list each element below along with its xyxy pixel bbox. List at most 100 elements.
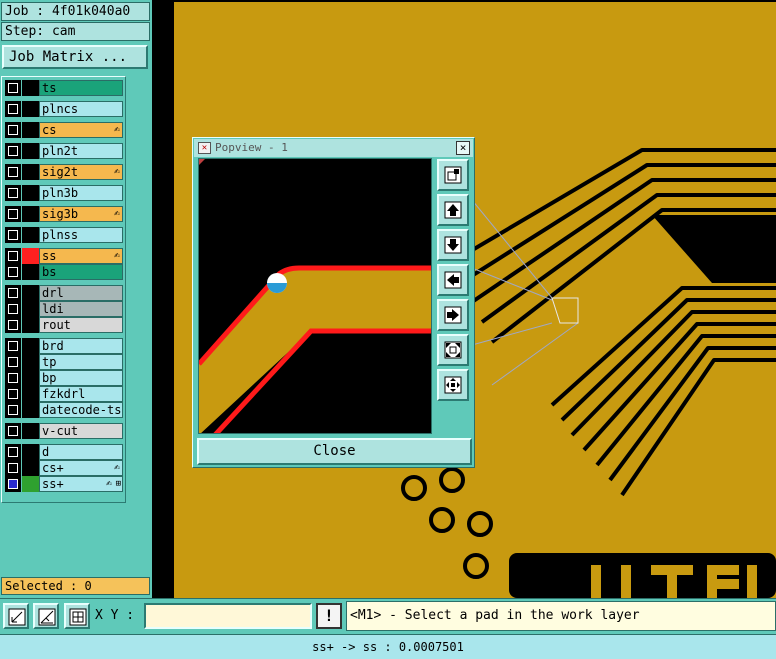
layer-row-pln3b[interactable]: pln3b <box>5 185 123 201</box>
layer-color-swatch[interactable] <box>22 164 39 180</box>
zoom-fit-button[interactable] <box>437 159 469 191</box>
layer-color-swatch[interactable] <box>22 122 39 138</box>
layer-checkbox[interactable] <box>5 185 21 201</box>
layer-name[interactable]: bp <box>39 370 123 386</box>
layer-name[interactable]: rout <box>39 317 123 333</box>
layer-name[interactable]: cs+ ✍ <box>39 460 123 476</box>
layer-color-swatch[interactable] <box>22 402 39 418</box>
layer-color-swatch[interactable] <box>22 370 39 386</box>
layer-checkbox[interactable] <box>5 386 21 402</box>
layer-row-rout[interactable]: rout <box>5 317 123 333</box>
layer-row-plncs[interactable]: plncs <box>5 101 123 117</box>
layer-checkbox[interactable] <box>5 122 21 138</box>
layer-color-swatch[interactable] <box>22 80 39 96</box>
popview-viewport[interactable] <box>198 158 432 434</box>
layer-checkbox[interactable] <box>5 264 21 280</box>
layer-color-swatch[interactable] <box>22 285 39 301</box>
popview-window[interactable]: ✕ Popview - 1 × Close <box>192 137 475 468</box>
layer-name[interactable]: datecode-ts <box>39 402 123 418</box>
zoom-in-button[interactable] <box>437 334 469 366</box>
layer-color-swatch[interactable] <box>22 317 39 333</box>
layer-checkbox[interactable] <box>5 101 21 117</box>
layer-name[interactable]: fzkdrl <box>39 386 123 402</box>
layer-name[interactable]: sig2t ✍ <box>39 164 123 180</box>
layer-row-v-cut[interactable]: v-cut <box>5 423 123 439</box>
layer-checkbox[interactable] <box>5 444 21 460</box>
layer-name[interactable]: plncs <box>39 101 123 117</box>
layer-name[interactable]: drl <box>39 285 123 301</box>
layer-row-cs[interactable]: cs ✍ <box>5 122 123 138</box>
popview-titlebar[interactable]: ✕ Popview - 1 × <box>194 139 473 157</box>
layer-checkbox[interactable] <box>5 338 21 354</box>
layer-color-swatch[interactable] <box>22 185 39 201</box>
pan-right-button[interactable] <box>437 299 469 331</box>
layer-color-swatch[interactable] <box>22 227 39 243</box>
layer-name[interactable]: cs ✍ <box>39 122 123 138</box>
layer-name[interactable]: ts <box>39 80 123 96</box>
layer-row-plnss[interactable]: plnss <box>5 227 123 243</box>
layer-name[interactable]: bs <box>39 264 123 280</box>
layer-checkbox[interactable] <box>5 143 21 159</box>
layer-row-bs[interactable]: bs <box>5 264 123 280</box>
layer-row-brd[interactable]: brd <box>5 338 123 354</box>
layer-name[interactable]: v-cut <box>39 423 123 439</box>
layer-checkbox[interactable] <box>5 423 21 439</box>
xy-coordinate-input[interactable] <box>144 603 312 629</box>
zoom-out-button[interactable] <box>437 369 469 401</box>
layer-name[interactable]: ss+ ✍ ⊞ <box>39 476 123 492</box>
popview-close-button[interactable]: Close <box>197 438 472 465</box>
layer-name[interactable]: sig3b ✍ <box>39 206 123 222</box>
layer-checkbox[interactable] <box>5 370 21 386</box>
layer-color-swatch[interactable] <box>22 264 39 280</box>
layer-color-swatch[interactable] <box>22 143 39 159</box>
layer-row-d[interactable]: d <box>5 444 123 460</box>
layer-row-datecode-ts[interactable]: datecode-ts <box>5 402 123 418</box>
layer-color-swatch[interactable] <box>22 101 39 117</box>
layer-name[interactable]: pln2t <box>39 143 123 159</box>
layer-name[interactable]: brd <box>39 338 123 354</box>
layer-color-swatch[interactable] <box>22 423 39 439</box>
layer-row-fzkdrl[interactable]: fzkdrl <box>5 386 123 402</box>
layer-checkbox[interactable] <box>5 354 21 370</box>
pan-down-button[interactable] <box>437 229 469 261</box>
layer-row-pln2t[interactable]: pln2t <box>5 143 123 159</box>
layer-name[interactable]: plnss <box>39 227 123 243</box>
layer-checkbox[interactable] <box>5 227 21 243</box>
pan-up-button[interactable] <box>437 194 469 226</box>
layer-row-drl[interactable]: drl <box>5 285 123 301</box>
layer-row-sig2t[interactable]: sig2t ✍ <box>5 164 123 180</box>
layer-color-swatch[interactable] <box>22 301 39 317</box>
layer-checkbox[interactable] <box>5 476 21 492</box>
layer-color-swatch[interactable] <box>22 248 39 264</box>
snap-button[interactable] <box>33 603 59 629</box>
layer-name[interactable]: tp <box>39 354 123 370</box>
layer-color-swatch[interactable] <box>22 354 39 370</box>
grid-button[interactable] <box>64 603 90 629</box>
layer-checkbox[interactable] <box>5 402 21 418</box>
close-icon[interactable]: × <box>456 141 470 155</box>
job-matrix-button[interactable]: Job Matrix ... <box>2 45 148 69</box>
layer-color-swatch[interactable] <box>22 444 39 460</box>
layer-row-cs+[interactable]: cs+ ✍ <box>5 460 123 476</box>
layer-row-bp[interactable]: bp <box>5 370 123 386</box>
layer-row-ldi[interactable]: ldi <box>5 301 123 317</box>
layer-row-sig3b[interactable]: sig3b ✍ <box>5 206 123 222</box>
layer-name[interactable]: ss ✍ <box>39 248 123 264</box>
layer-checkbox[interactable] <box>5 317 21 333</box>
layer-checkbox[interactable] <box>5 206 21 222</box>
layer-name[interactable]: d <box>39 444 123 460</box>
layer-checkbox[interactable] <box>5 164 21 180</box>
layer-color-swatch[interactable] <box>22 206 39 222</box>
layer-checkbox[interactable] <box>5 248 21 264</box>
layer-checkbox[interactable] <box>5 80 21 96</box>
layer-row-ss+[interactable]: ss+ ✍ ⊞ <box>5 476 123 492</box>
alert-button[interactable]: ! <box>316 603 342 629</box>
layer-row-tp[interactable]: tp <box>5 354 123 370</box>
layer-name[interactable]: pln3b <box>39 185 123 201</box>
layer-name[interactable]: ldi <box>39 301 123 317</box>
layer-color-swatch[interactable] <box>22 338 39 354</box>
layer-row-ts[interactable]: ts <box>5 80 123 96</box>
layer-row-ss[interactable]: ss ✍ <box>5 248 123 264</box>
layer-checkbox[interactable] <box>5 285 21 301</box>
layer-color-swatch[interactable] <box>22 476 39 492</box>
